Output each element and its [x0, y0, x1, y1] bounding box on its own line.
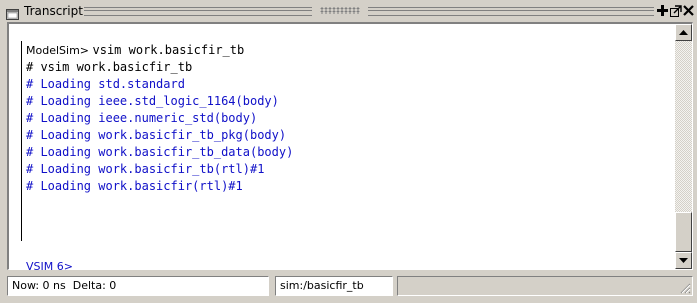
resize-grip-icon[interactable] — [679, 282, 691, 294]
arrow-down-icon — [679, 258, 688, 263]
sim-context-status: sim:/basicfir_tb — [275, 276, 393, 296]
scrollbar-thumb[interactable] — [675, 212, 692, 252]
transcript-line: # Loading ieee.numeric_std(body) — [26, 111, 258, 125]
vertical-scrollbar[interactable] — [675, 24, 692, 269]
transcript-line: # Loading work.basicfir_tb_pkg(body) — [26, 128, 287, 142]
transcript-line: # Loading work.basicfir_tb(rtl)#1 — [26, 162, 265, 176]
command-text: vsim work.basicfir_tb — [92, 43, 245, 57]
close-icon[interactable] — [682, 4, 695, 17]
transcript-line: # vsim work.basicfir_tb — [26, 60, 193, 74]
transcript-window: Transcript ModelSim> vsim work.basicfir_… — [0, 0, 697, 303]
sim-time-status: Now: 0 ns Delta: 0 — [7, 276, 269, 296]
arrow-up-icon — [679, 30, 688, 35]
left-margin-rule — [21, 41, 22, 241]
title-grip-left — [84, 7, 312, 16]
add-pane-icon[interactable] — [656, 4, 669, 17]
title-bar[interactable]: Transcript — [4, 3, 695, 20]
transcript-line: # Loading ieee.std_logic_1164(body) — [26, 94, 279, 108]
undock-icon[interactable] — [669, 4, 682, 17]
transcript-pane[interactable]: ModelSim> vsim work.basicfir_tb # vsim w… — [7, 22, 693, 273]
scroll-down-button[interactable] — [675, 252, 692, 269]
scroll-up-button[interactable] — [675, 24, 692, 41]
status-bar: Now: 0 ns Delta: 0 sim:/basicfir_tb — [7, 276, 693, 296]
command-line: ModelSim> vsim work.basicfir_tb — [26, 42, 676, 59]
transcript-line: # Loading work.basicfir_tb_data(body) — [26, 145, 294, 159]
transcript-lines: ModelSim> vsim work.basicfir_tb # vsim w… — [26, 42, 676, 195]
vsim-prompt[interactable]: VSIM 6> — [26, 258, 73, 275]
transcript-window-icon — [6, 5, 19, 20]
title-grip-center — [320, 7, 360, 14]
window-title: Transcript — [24, 4, 83, 18]
transcript-line: # Loading work.basicfir(rtl)#1 — [26, 179, 243, 193]
title-grip-right — [368, 7, 654, 16]
modelsim-prompt: ModelSim> — [26, 44, 93, 57]
status-extra — [397, 276, 693, 296]
transcript-line: # Loading std.standard — [26, 77, 185, 91]
